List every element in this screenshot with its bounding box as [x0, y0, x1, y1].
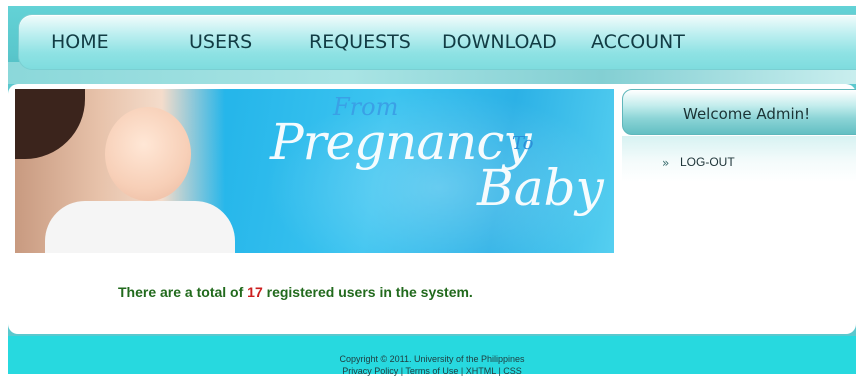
- main-nav: HOME USERS REQUESTS DOWNLOAD ACCOUNT: [18, 14, 856, 70]
- user-count-message: There are a total of 17 registered users…: [118, 284, 473, 300]
- banner-baby-text: Baby: [477, 159, 604, 217]
- blanket: [45, 201, 235, 253]
- nav-requests[interactable]: REQUESTS: [309, 15, 411, 69]
- nav-download[interactable]: DOWNLOAD: [442, 15, 557, 69]
- footer-links: Privacy Policy | Terms of Use | XHTML | …: [8, 366, 856, 376]
- footer-separator: |: [458, 366, 466, 376]
- welcome-tab: Welcome Admin!: [622, 89, 856, 135]
- nav-account[interactable]: ACCOUNT: [591, 15, 685, 69]
- header: HOME USERS REQUESTS DOWNLOAD ACCOUNT: [8, 6, 856, 84]
- css-link[interactable]: CSS: [503, 366, 522, 376]
- logout-link[interactable]: LOG-OUT: [680, 155, 735, 169]
- footer: Copyright © 2011. University of the Phil…: [8, 336, 856, 376]
- user-count: 17: [247, 284, 263, 300]
- sidebar-menu: » LOG-OUT: [622, 136, 856, 182]
- baby-face: [105, 107, 191, 201]
- content-panel: From Pregnancy To Baby Welcome Admin! » …: [8, 84, 856, 334]
- message-suffix: registered users in the system.: [262, 284, 473, 300]
- content-frame: From Pregnancy To Baby Welcome Admin! » …: [8, 84, 856, 336]
- nav-home[interactable]: HOME: [51, 15, 109, 69]
- banner-to-text: To: [512, 133, 534, 154]
- xhtml-link[interactable]: XHTML: [466, 366, 496, 376]
- message-prefix: There are a total of: [118, 284, 248, 300]
- privacy-policy-link[interactable]: Privacy Policy: [342, 366, 398, 376]
- welcome-label: Welcome Admin!: [683, 105, 811, 123]
- nav-users[interactable]: USERS: [189, 15, 252, 69]
- chevron-right-icon: »: [662, 156, 670, 170]
- terms-of-use-link[interactable]: Terms of Use: [405, 366, 458, 376]
- banner-image: From Pregnancy To Baby: [15, 89, 614, 253]
- copyright-text: Copyright © 2011. University of the Phil…: [339, 354, 525, 364]
